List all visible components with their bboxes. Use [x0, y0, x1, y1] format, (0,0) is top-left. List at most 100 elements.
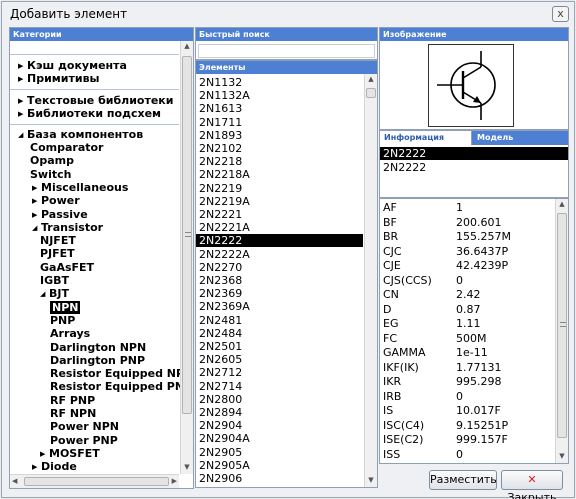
search-input[interactable] — [198, 44, 375, 58]
element-list-item[interactable]: 2N2270 — [196, 261, 363, 274]
categories-scrollbar[interactable]: ▲ ▼ — [180, 41, 193, 474]
parameter-row[interactable]: CJS(CCS) 0 — [380, 274, 554, 287]
category-tree-item[interactable]: Power NPN — [10, 420, 179, 433]
elements-scrollbar[interactable]: ▲ ▼ — [364, 74, 377, 487]
parameter-row[interactable]: ISE(C2) 999.157F — [380, 433, 554, 446]
scroll-up-arrow-icon[interactable]: ▲ — [365, 74, 377, 84]
element-list-item[interactable]: 2N1132 — [196, 76, 363, 89]
category-text-libraries[interactable]: ▶ Текстовые библиотеки — [10, 94, 179, 107]
parameter-row[interactable]: BF 200.601 — [380, 216, 554, 229]
category-tree-item[interactable]: PJFET — [10, 247, 179, 260]
element-list-item[interactable]: 2N2219A — [196, 195, 363, 208]
category-tree-item[interactable]: Arrays — [10, 327, 179, 340]
scroll-down-arrow-icon[interactable]: ▼ — [181, 462, 193, 472]
element-list-item-selected[interactable]: 2N2222 — [196, 234, 363, 248]
category-tree-item[interactable]: ▶ Diode — [10, 460, 179, 473]
element-list-item[interactable]: 2N2481 — [196, 314, 363, 327]
category-tree-item[interactable]: ▶ Power — [10, 194, 179, 207]
category-tree-item[interactable]: Resistor Equipped NPN — [10, 367, 193, 380]
category-tree-item[interactable]: PNP — [10, 314, 179, 327]
window-close-button[interactable]: x — [552, 6, 569, 22]
category-tree-item[interactable]: Comparator — [10, 141, 179, 154]
scroll-down-arrow-icon[interactable]: ▼ — [556, 451, 568, 461]
category-tree-item[interactable]: ◢ BJT — [10, 287, 179, 300]
parameter-row[interactable]: FC 500M — [380, 332, 554, 345]
parameter-row[interactable]: IS 10.017F — [380, 404, 554, 417]
element-list-item[interactable]: 2N2904A — [196, 432, 363, 445]
category-tree-item[interactable]: Opamp — [10, 154, 179, 167]
category-tree-item[interactable]: ▶ MOSFET — [10, 447, 179, 460]
hscroll-thumb[interactable] — [24, 477, 169, 486]
parameter-row[interactable]: IRB 0 — [380, 390, 554, 403]
element-list-item[interactable]: 2N2714 — [196, 380, 363, 393]
parameter-row[interactable]: ISC(C4) 9.15251P — [380, 419, 554, 432]
category-tree-item[interactable]: RF NPN — [10, 407, 179, 420]
element-list-item[interactable]: 2N1711 — [196, 116, 363, 129]
element-list-item[interactable]: 2N2218 — [196, 155, 363, 168]
parameter-row[interactable]: BR 155.257M — [380, 230, 554, 243]
element-list-item[interactable]: 2N2484 — [196, 327, 363, 340]
category-tree-item[interactable]: ▶ Passive — [10, 208, 179, 221]
tab-information[interactable]: Информация — [380, 131, 472, 145]
scroll-up-arrow-icon[interactable]: ▲ — [181, 41, 193, 51]
scroll-thumb[interactable] — [182, 56, 192, 414]
category-tree-item[interactable]: Power PNP — [10, 434, 179, 447]
scroll-thumb[interactable] — [366, 88, 376, 98]
scroll-thumb[interactable] — [557, 213, 567, 438]
place-button[interactable]: Разместить — [429, 470, 497, 490]
category-subcircuit-libraries[interactable]: ▶ Библиотеки подсхем — [10, 107, 179, 120]
parameter-row[interactable]: AF 1 — [380, 201, 554, 214]
scroll-down-arrow-icon[interactable]: ▼ — [365, 475, 377, 485]
category-tree-item[interactable]: IGBT — [10, 274, 179, 287]
tab-model[interactable]: Модель — [473, 131, 569, 145]
parameter-row[interactable]: CJC 36.6437P — [380, 245, 554, 258]
element-list-item[interactable]: 2N2904 — [196, 419, 363, 432]
element-list-item[interactable]: 2N2712 — [196, 366, 363, 379]
parameter-row[interactable]: CJE 42.4239P — [380, 259, 554, 272]
element-list-item[interactable]: 2N1613 — [196, 102, 363, 115]
element-list-item[interactable]: 2N2102 — [196, 142, 363, 155]
category-tree-item[interactable]: RF PNP — [10, 394, 179, 407]
parameter-row[interactable]: EG 1.11 — [380, 317, 554, 330]
category-tree-item[interactable]: NPN — [10, 300, 179, 314]
category-component-base[interactable]: ◢ База компонентов — [10, 128, 179, 141]
category-tree-item[interactable]: Resistor Equipped PNP — [10, 380, 192, 393]
element-list-item[interactable]: 2N2605 — [196, 353, 363, 366]
category-tree-item[interactable]: ◢ Transistor — [10, 221, 179, 234]
element-list-item[interactable]: 2N2905A — [196, 459, 363, 472]
element-list-item[interactable]: 2N2501 — [196, 340, 363, 353]
category-tree-item[interactable]: Darlington NPN — [10, 341, 179, 354]
category-tree-item[interactable]: GaAsFET — [10, 261, 179, 274]
category-tree-item[interactable]: Switch — [10, 168, 179, 181]
element-list-item[interactable]: 2N2222A — [196, 248, 363, 261]
categories-hscrollbar[interactable]: ◀ ▶ — [10, 474, 179, 488]
parameter-row[interactable]: D 0.87 — [380, 303, 554, 316]
parameters-scrollbar[interactable]: ▲ ▼ — [555, 199, 568, 463]
element-list-item[interactable]: 2N1893 — [196, 129, 363, 142]
scroll-right-arrow-icon[interactable]: ▶ — [172, 477, 177, 485]
parameter-row[interactable]: ISS 0 — [380, 448, 554, 461]
element-list-item[interactable]: 2N2221A — [196, 221, 363, 234]
element-list-item[interactable]: 2N2221 — [196, 208, 363, 221]
element-list-item[interactable]: 2N2368 — [196, 274, 363, 287]
scroll-up-arrow-icon[interactable]: ▲ — [556, 199, 568, 209]
category-document-cache[interactable]: ▶ Кэш документа — [10, 59, 179, 72]
category-tree-item[interactable]: NJFET — [10, 234, 179, 247]
close-button[interactable]: ✕ Закрыть — [501, 470, 563, 499]
category-tree-item[interactable]: Darlington PNP — [10, 354, 179, 367]
element-list-item[interactable]: 2N2800 — [196, 393, 363, 406]
parameter-row[interactable]: CN 2.42 — [380, 288, 554, 301]
parameter-row[interactable]: IKF(IK) 1.77131 — [380, 361, 554, 374]
element-list-item[interactable]: 2N2218A — [196, 168, 363, 181]
element-list-item[interactable]: 2N2219 — [196, 182, 363, 195]
element-list-item[interactable]: 2N2905 — [196, 446, 363, 459]
element-list-item[interactable]: 2N2369 — [196, 287, 363, 300]
scroll-left-arrow-icon[interactable]: ◀ — [12, 477, 17, 485]
element-list-item[interactable]: 2N2894 — [196, 406, 363, 419]
element-list-item[interactable]: 2N1132A — [196, 89, 363, 102]
parameter-row[interactable]: GAMMA 1e-11 — [380, 346, 554, 359]
category-tree-item[interactable]: ▶ Miscellaneous — [10, 181, 179, 194]
element-list-item[interactable]: 2N2369A — [196, 300, 363, 313]
parameter-row[interactable]: IKR 995.298 — [380, 375, 554, 388]
category-primitives[interactable]: ▶ Примитивы — [10, 72, 179, 85]
